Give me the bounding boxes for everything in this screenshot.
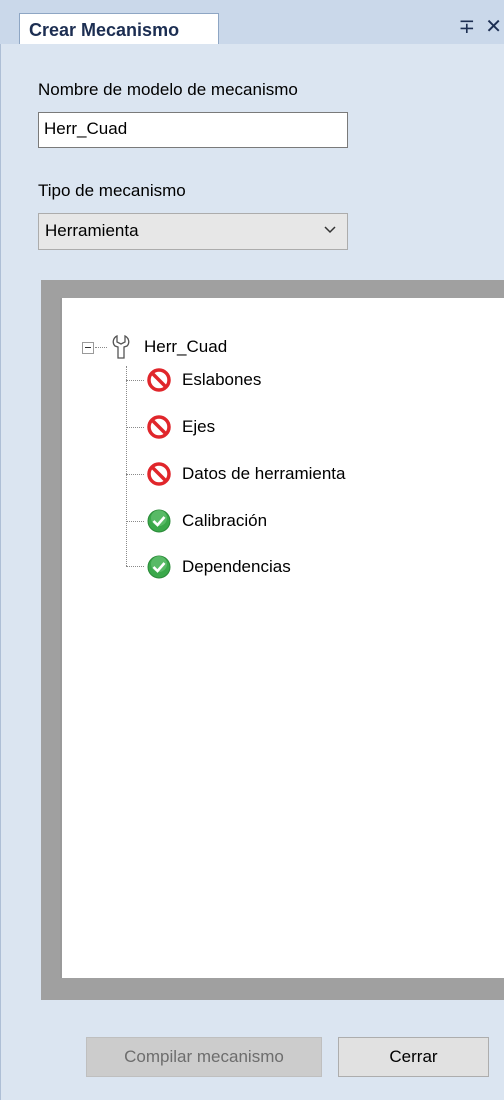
tree-node-ejes[interactable]: Ejes: [146, 414, 215, 440]
tree-connector-vertical: [126, 366, 127, 566]
tree-connector: [126, 427, 144, 428]
tree-connector: [126, 474, 144, 475]
tree-node-label: Calibración: [182, 511, 268, 530]
mechanism-tree-frame: Herr_Cuad Eslabones Ejes Datos de herram…: [41, 280, 504, 1000]
mechanism-type-select[interactable]: Herramienta: [38, 213, 348, 250]
prohibited-icon: [147, 462, 171, 486]
compile-mechanism-button[interactable]: Compilar mecanismo: [86, 1037, 322, 1077]
tree-node-root[interactable]: Herr_Cuad: [108, 334, 227, 360]
tab-strip: Crear Mecanismo ∓ ✕: [0, 0, 504, 44]
tree-node-dependencias[interactable]: Dependencias: [146, 554, 291, 580]
tree-node-label: Datos de herramienta: [182, 464, 346, 483]
tree-node-label: Eslabones: [182, 370, 262, 389]
tree-node-label: Ejes: [182, 417, 216, 436]
tree-connector: [126, 521, 144, 522]
tree-connector: [126, 380, 144, 381]
model-name-input[interactable]: Herr_Cuad: [38, 112, 348, 148]
close-icon[interactable]: ✕: [485, 17, 502, 37]
prohibited-icon: [147, 415, 171, 439]
close-button[interactable]: Cerrar: [338, 1037, 489, 1077]
tree-node-eslabones[interactable]: Eslabones: [146, 367, 261, 393]
chevron-down-icon: [324, 226, 336, 234]
mechanism-type-label: Tipo de mecanismo: [38, 181, 186, 200]
check-icon: [147, 555, 171, 579]
tree-node-datos-herramienta[interactable]: Datos de herramienta: [146, 461, 345, 487]
tree-connector: [126, 566, 144, 567]
tree-connector: [95, 347, 107, 348]
tree-node-label: Dependencias: [182, 557, 291, 576]
tree-node-calibracion[interactable]: Calibración: [146, 508, 267, 534]
pin-dropdown-icon[interactable]: ∓: [458, 17, 475, 37]
model-name-label: Nombre de modelo de mecanismo: [38, 80, 298, 99]
prohibited-icon: [147, 368, 171, 392]
wrench-icon: [112, 334, 130, 359]
mechanism-tree[interactable]: Herr_Cuad Eslabones Ejes Datos de herram…: [60, 298, 504, 978]
tab-actions: ∓ ✕: [458, 13, 502, 41]
mechanism-type-value: Herramienta: [45, 221, 139, 240]
collapse-toggle-icon[interactable]: [82, 342, 94, 354]
tab-crear-mecanismo[interactable]: Crear Mecanismo: [19, 13, 219, 44]
tree-node-label: Herr_Cuad: [144, 337, 228, 356]
check-icon: [147, 509, 171, 533]
